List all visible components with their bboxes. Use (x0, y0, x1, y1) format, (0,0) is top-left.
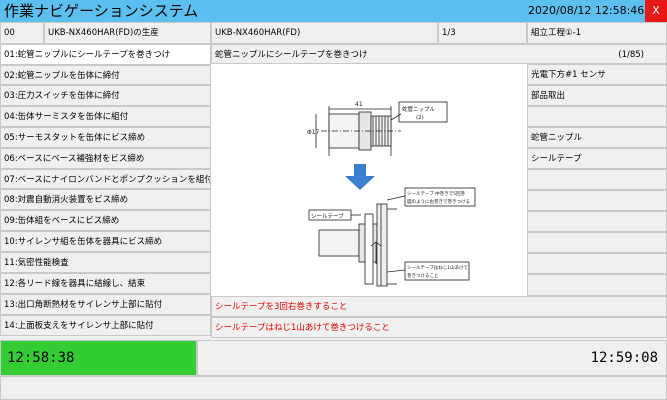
step-item-08[interactable]: 08:対震自動消火装置をビス締め (0, 189, 211, 210)
target-time-bar: 12:59:08 (197, 340, 667, 376)
part-item-10 (527, 253, 667, 274)
dimension-length: 41 (355, 101, 363, 108)
drawing-note-2b: 巻きつけること (407, 272, 439, 279)
step-item-13[interactable]: 13:出口角断熱材をサイレンサ上部に貼付 (0, 294, 211, 315)
part-item-1: 光電下方#1 センサ (527, 64, 667, 85)
step-item-11[interactable]: 11:気密性能検査 (0, 252, 211, 273)
process-name: 組立工程①-1 (527, 22, 667, 44)
part-item-8 (527, 211, 667, 232)
tape-callout: シールテープ (311, 213, 344, 220)
note-line-1: シールテープを3回右巻きすること (211, 296, 667, 317)
target-time: 12:59:08 (590, 350, 658, 366)
part-item-5: シールテープ (527, 148, 667, 169)
part-item-2: 部品取出 (527, 85, 667, 106)
app-title: 作業ナビゲーションシステム (4, 2, 199, 20)
model-name: UKB-NX460HAR(FD) (211, 22, 438, 44)
part-callout-name: 蛇管ニップル (402, 105, 436, 113)
elapsed-time-bar: 12:58:38 (0, 340, 197, 376)
status-area (0, 376, 667, 400)
part-item-7 (527, 190, 667, 211)
step-item-04[interactable]: 04:缶体サーミスタを缶体に組付 (0, 106, 211, 127)
step-item-02[interactable]: 02:蛇管ニップルを缶体に締付 (0, 65, 211, 85)
instruction-image: 41 Φ17 蛇管ニップル (2) シールテープ シールテープ 中巻きで5回巻 … (211, 64, 527, 296)
part-item-9 (527, 232, 667, 253)
drawing-note-1b: 図のように右巻きで巻きつける (407, 198, 470, 205)
part-item-4: 蛇管ニップル (527, 127, 667, 148)
step-progress: 1/3 (438, 22, 527, 44)
part-callout-number: (2) (416, 115, 424, 121)
part-item-6 (527, 169, 667, 190)
step-item-14[interactable]: 14:上面板支えをサイレンサ上部に貼付 (0, 315, 211, 336)
step-item-01[interactable]: 01:蛇管ニップルにシールテープを巻きつけ (0, 44, 211, 65)
current-step-title: 蛇管ニップルにシールテープを巻きつけ (1/85) (211, 44, 667, 64)
arrow-down-icon (345, 164, 375, 190)
drawing-note-2a: シールテープはねじ1山あけて (407, 264, 468, 271)
drawing-note-1a: シールテープ 中巻きで5回巻 (407, 190, 466, 197)
note-line-2: シールテープはねじ1山あけて巻きつけること (211, 317, 667, 338)
step-item-06[interactable]: 06:ベースにベース補強材をビス締め (0, 148, 211, 169)
part-item-3 (527, 106, 667, 127)
dimension-diameter: Φ17 (307, 129, 320, 136)
current-step-count: (1/85) (618, 50, 644, 60)
step-item-12[interactable]: 12:各リード線を器具に結線し、結束 (0, 273, 211, 294)
header-number: 00 (0, 22, 44, 44)
step-item-07[interactable]: 07:ベースにナイロンバンドとポンプクッションを組付 (0, 169, 211, 189)
production-name: UKB-NX460HAR(FD)の生産 (44, 22, 211, 44)
close-button[interactable]: X (645, 0, 667, 22)
current-step-label: 蛇管ニップルにシールテープを巻きつけ (215, 50, 368, 60)
step-item-10[interactable]: 10:サイレンサ組を缶体を器具にビス締め (0, 231, 211, 252)
current-datetime: 2020/08/12 12:58:46 (528, 4, 645, 17)
part-item-11 (527, 274, 667, 296)
step-item-03[interactable]: 03:圧力スイッチを缶体に締付 (0, 85, 211, 106)
step-item-09[interactable]: 09:缶体組をベースにビス締め (0, 210, 211, 231)
step-item-05[interactable]: 05:サーモスタットを缶体にビス締め (0, 127, 211, 148)
elapsed-time: 12:58:38 (7, 350, 75, 366)
